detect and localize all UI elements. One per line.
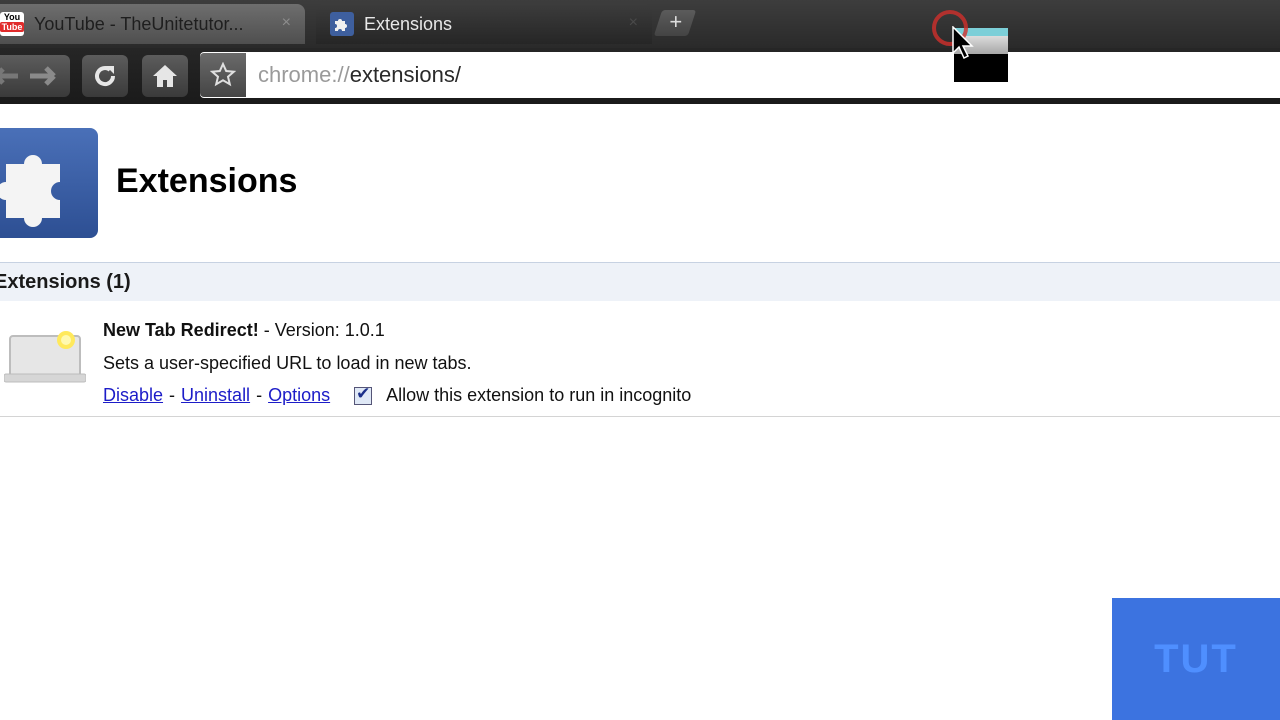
tab-youtube[interactable]: You Tube YouTube - TheUnitetutor... × xyxy=(0,4,305,44)
incognito-checkbox[interactable] xyxy=(354,384,373,405)
forward-arrow-icon[interactable] xyxy=(28,65,58,87)
extension-item: New Tab Redirect! - Version: 1.0.1 Sets … xyxy=(0,300,1280,417)
extension-description: Sets a user-specified URL to load in new… xyxy=(103,353,472,373)
section-header: Extensions (1) xyxy=(0,262,1280,301)
url-text: chrome://extensions/ xyxy=(258,62,461,87)
extension-actions: Disable - Uninstall - Options Allow this… xyxy=(103,384,692,406)
back-arrow-icon[interactable] xyxy=(0,65,22,87)
disable-link[interactable]: Disable xyxy=(103,385,163,406)
extension-version: - Version: 1.0.1 xyxy=(258,320,385,340)
extension-name-line: New Tab Redirect! - Version: 1.0.1 xyxy=(103,320,385,341)
home-icon xyxy=(153,65,177,87)
youtube-favicon-icon: You Tube xyxy=(0,12,24,36)
section-title: Extensions (1) xyxy=(0,271,131,293)
new-tab-button[interactable]: + xyxy=(653,9,697,36)
options-link[interactable]: Options xyxy=(268,385,330,406)
toolbar: chrome://extensions/ xyxy=(0,48,1280,104)
home-button[interactable] xyxy=(142,55,188,97)
puzzle-icon xyxy=(330,12,354,36)
tab-close-icon[interactable]: × xyxy=(629,14,638,32)
extension-default-icon xyxy=(4,331,86,383)
star-icon xyxy=(210,62,236,87)
extensions-logo xyxy=(0,128,98,238)
separator: - xyxy=(169,385,176,405)
bookmark-star-button[interactable] xyxy=(200,53,246,97)
tab-extensions[interactable]: Extensions × xyxy=(316,4,652,44)
tab-close-icon[interactable]: × xyxy=(282,14,291,32)
back-forward-buttons xyxy=(0,55,70,97)
extension-name: New Tab Redirect! xyxy=(103,320,259,340)
tab-title: Extensions xyxy=(364,13,453,34)
mouse-cursor-icon xyxy=(952,26,974,60)
reload-button[interactable] xyxy=(82,55,128,97)
tab-title: YouTube - TheUnitetutor... xyxy=(34,13,244,34)
puzzle-icon xyxy=(0,155,60,227)
separator: - xyxy=(256,385,263,405)
uninstall-link[interactable]: Uninstall xyxy=(181,385,250,406)
page-title: Extensions xyxy=(116,162,298,200)
tab-strip: You Tube YouTube - TheUnitetutor... × Ext… xyxy=(0,0,1280,48)
watermark-logo: TUT xyxy=(1112,598,1280,720)
incognito-label: Allow this extension to run in incognito xyxy=(386,385,692,405)
address-bar[interactable]: chrome://extensions/ xyxy=(200,52,1280,98)
reload-icon xyxy=(95,66,116,86)
